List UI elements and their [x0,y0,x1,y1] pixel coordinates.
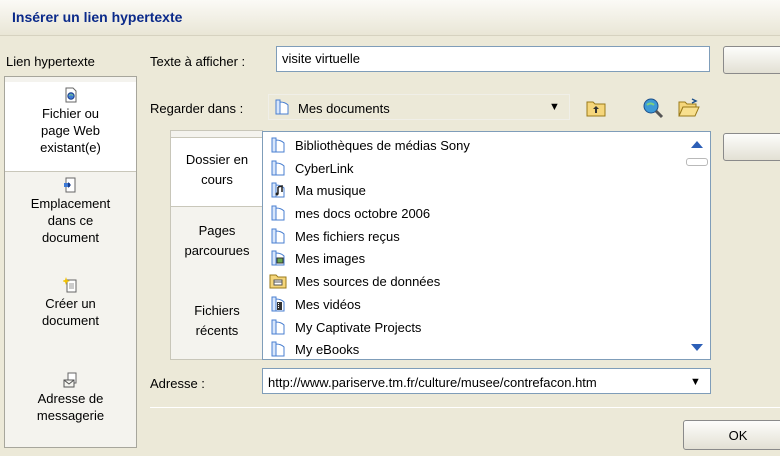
tab-label-line1: Pages [198,223,236,238]
folder-icon [271,319,285,335]
web-search-icon [643,98,664,119]
folder-up-icon [586,101,606,117]
folder-icon [271,228,285,244]
file-name: Mes vidéos [295,296,361,312]
folder-icon [271,160,285,176]
list-item[interactable]: mes docs octobre 2006 [269,202,430,224]
bookmark-button[interactable] [723,133,780,161]
link-to-email-button[interactable]: Adresse de messagerie [5,372,136,424]
link-to-item-line1: Emplacement [30,196,111,211]
scrollbar-thumb[interactable] [686,158,708,166]
file-name: Mes images [295,250,366,266]
link-to-item-line1: Adresse de [37,391,104,406]
link-to-label: Lien hypertexte [6,54,95,69]
file-name: Ma musique [295,182,366,198]
dialog-title: Insérer un lien hypertexte [12,9,183,25]
list-item[interactable]: Mes vidéos [269,293,361,315]
list-item[interactable]: Mes fichiers reçus [269,225,400,247]
vertical-scrollbar[interactable] [685,133,709,358]
folder-icon [275,99,289,115]
address-value: http://www.pariserve.tm.fr/culture/musee… [268,375,597,390]
file-name: CyberLink [295,160,354,176]
list-item[interactable]: CyberLink [269,157,354,179]
link-to-item-line3: document [41,230,100,245]
link-to-item-line1: Fichier ou [41,106,100,121]
tab-current-folder[interactable]: Dossier en cours [171,137,263,207]
link-to-item-line2: document [41,313,100,328]
list-item[interactable]: Mes images [269,247,365,269]
browse-web-button[interactable] [641,96,665,120]
music-folder-icon [271,182,285,198]
web-file-icon [65,87,76,103]
link-to-item-line2: messagerie [36,408,105,423]
data-sources-icon [269,274,287,289]
pictures-folder-icon [271,250,285,266]
tab-label-line2: récents [195,323,239,338]
look-in-label: Regarder dans : [150,101,244,116]
screen-tip-button[interactable]: I [723,46,780,74]
file-name: My eBooks [295,341,360,357]
list-item[interactable]: Bibliothèques de médias Sony [269,134,470,156]
text-to-display-label: Texte à afficher : [150,54,246,69]
text-to-display-input[interactable]: visite virtuelle [276,46,710,72]
folder-icon [271,205,285,221]
new-document-icon [62,277,76,293]
link-to-item-line2: dans ce [47,213,94,228]
divider [150,407,780,408]
folder-icon [271,341,285,357]
email-icon [63,372,76,388]
link-to-existing-file-button[interactable]: Fichier ou page Web existant(e) [5,82,136,172]
tab-browsed-pages[interactable]: Pages parcourues [171,219,263,279]
link-to-item-line3: existant(e) [40,140,101,155]
location-tabs: Dossier en cours Pages parcourues Fichie… [170,130,263,360]
chevron-down-icon[interactable]: ▼ [690,376,701,388]
list-item[interactable]: Ma musique [269,179,366,201]
tab-recent-files[interactable]: Fichiers récents [171,293,263,353]
list-item[interactable]: My eBooks [269,338,360,359]
file-name: Bibliothèques de médias Sony [295,137,470,153]
tab-label-line2: cours [201,172,233,187]
file-name: mes docs octobre 2006 [295,205,431,221]
link-to-item-line1: Créer un [45,296,96,311]
browse-file-button[interactable] [677,96,701,120]
document-place-icon [63,177,75,193]
folder-icon [271,137,285,153]
link-to-item-line2: page Web [40,123,101,138]
list-item[interactable]: Mes sources de données [269,270,440,292]
address-label: Adresse : [150,376,205,391]
file-name: Mes fichiers reçus [295,228,400,244]
file-name: Mes sources de données [295,273,441,289]
file-name: My Captivate Projects [295,319,422,335]
link-to-place-in-document-button[interactable]: Emplacement dans ce document [5,177,136,246]
tab-label-line2: parcourues [184,243,250,258]
link-to-new-document-button[interactable]: Créer un document [5,277,136,329]
open-folder-icon [678,98,700,117]
file-list[interactable]: Bibliothèques de médias Sony CyberLink M… [262,131,711,360]
link-to-panel: Fichier ou page Web existant(e) Emplacem… [4,76,137,448]
list-item[interactable]: My Captivate Projects [269,316,421,338]
tab-label-line1: Dossier en [185,152,249,167]
scroll-down-icon[interactable] [689,342,705,354]
chevron-down-icon[interactable]: ▼ [549,101,560,113]
up-one-folder-button[interactable] [584,96,608,120]
ok-button[interactable]: OK [683,420,780,450]
tab-label-line1: Fichiers [194,303,240,318]
video-folder-icon [271,296,285,312]
look-in-value: Mes documents [298,101,390,116]
scroll-up-icon[interactable] [689,138,705,150]
